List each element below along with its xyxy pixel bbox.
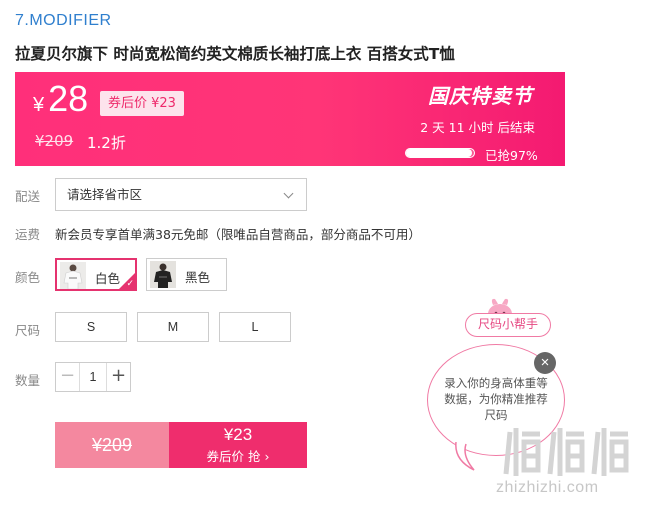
black-shirt-thumbnail <box>150 261 176 288</box>
watermark-site: zhizhizhi.com <box>496 479 599 496</box>
region-select[interactable]: 请选择省市区 <box>55 178 307 211</box>
promo-banner: ¥28 券后价 ¥23 ¥209 1.2折 国庆特卖节 2 天 11 小时 后结… <box>15 72 565 166</box>
shipping-info: 新会员专享首单满38元免邮（限唯品自营商品，部分商品不可用） <box>55 227 421 242</box>
close-icon[interactable]: × <box>534 352 556 374</box>
check-icon: ✓ <box>126 279 134 289</box>
shipping-label: 运费 <box>15 227 41 242</box>
product-title: 拉夏贝尔旗下 时尚宽松简约英文棉质长袖打底上衣 百搭女式T恤 <box>15 45 455 63</box>
size-label: 尺码 <box>15 323 41 338</box>
quantity-label: 数量 <box>15 373 41 388</box>
color-option-label: 黑色 <box>185 270 211 285</box>
quantity-stepper: − + <box>55 362 131 392</box>
discount-rate: 1.2折 <box>87 134 126 152</box>
countdown-timer: 2 天 11 小时 后结束 <box>420 120 535 135</box>
size-option-l[interactable]: L <box>219 312 291 342</box>
original-price-button[interactable]: ¥209 <box>55 422 169 468</box>
buy-with-coupon-button[interactable]: ¥23 券后价 抢 › <box>169 422 307 468</box>
quantity-input[interactable] <box>80 363 106 391</box>
coupon-price: ¥23 <box>223 425 253 444</box>
region-select-value: 请选择省市区 <box>67 187 143 202</box>
delivery-label: 配送 <box>15 189 41 204</box>
promo-price: ¥28 <box>33 78 88 120</box>
color-option-white[interactable]: 白色 ✓ <box>55 258 137 291</box>
after-coupon-tag: 券后价 ¥23 <box>100 91 184 116</box>
size-helper-text: 录入你的身高体重等数据，为你精准推荐尺码 <box>444 376 548 422</box>
size-option-m[interactable]: M <box>137 312 209 342</box>
sold-progress-fill <box>406 149 472 157</box>
color-option-label: 白色 <box>95 271 121 286</box>
plus-button[interactable]: + <box>106 363 130 391</box>
section-title: 7.MODIFIER <box>15 12 112 29</box>
currency-symbol: ¥ <box>33 94 45 116</box>
price-value: 28 <box>48 78 89 119</box>
white-shirt-thumbnail <box>60 262 86 289</box>
sold-percentage: 已抢97% <box>485 148 538 163</box>
festival-title: 国庆特卖节 <box>428 84 533 108</box>
color-option-black[interactable]: 黑色 <box>146 258 227 291</box>
coupon-buy-label: 券后价 抢 › <box>206 449 270 464</box>
size-helper-tag[interactable]: 尺码小帮手 <box>465 313 551 337</box>
original-price: ¥209 <box>35 132 74 150</box>
color-label: 颜色 <box>15 270 41 285</box>
bubble-tail <box>455 442 475 471</box>
watermark-logo <box>503 428 629 476</box>
sold-progress-bar <box>405 148 475 158</box>
size-option-s[interactable]: S <box>55 312 127 342</box>
chevron-down-icon <box>283 188 294 199</box>
minus-button[interactable]: − <box>56 363 80 391</box>
